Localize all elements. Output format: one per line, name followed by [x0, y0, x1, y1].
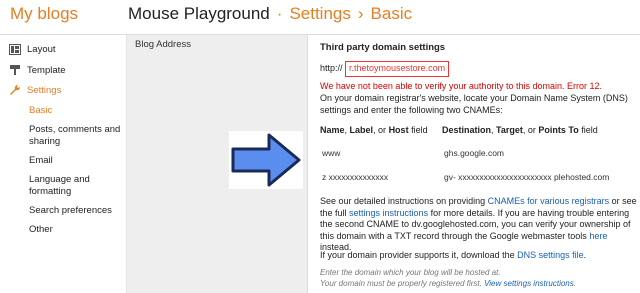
hint-enter-domain: Enter the domain which your blog will be…	[320, 268, 501, 277]
breadcrumb-basic: Basic	[370, 4, 413, 23]
sidebar-item-label: Layout	[27, 43, 56, 55]
header-bold: Target	[496, 125, 523, 135]
third-party-domain-panel: Third party domain settings http:// r.th…	[307, 35, 640, 293]
dns-settings-file-link[interactable]: DNS settings file	[517, 250, 584, 260]
sidebar-item-layout[interactable]: Layout	[8, 43, 56, 55]
hint-registered: Your domain must be properly registered …	[320, 279, 576, 289]
domain-row: http:// r.thetoymousestore.com	[320, 61, 638, 77]
hint-text: Your domain must be properly registered …	[320, 279, 485, 288]
dns-file-text: If your domain provider supports it, dow…	[320, 250, 638, 262]
error-message: We have not been able to verify your aut…	[320, 81, 602, 91]
top-bar: My blogs Mouse Playground · Settings › Basic	[0, 0, 640, 35]
domain-input[interactable]: r.thetoymousestore.com	[345, 61, 450, 77]
panel-title: Third party domain settings	[320, 42, 446, 53]
header-text: field	[408, 125, 428, 135]
header-text: , or	[373, 125, 389, 135]
breadcrumb-settings[interactable]: Settings	[289, 4, 350, 23]
sidebar-subitem-language-formatting[interactable]: Language and formatting	[29, 174, 125, 198]
blog-address-label: Blog Address	[135, 39, 191, 50]
sidebar-item-settings[interactable]: Settings	[8, 84, 61, 96]
webmaster-tools-here-link[interactable]: here	[589, 231, 607, 241]
column-header-destination: Destination, Target, or Points To field	[442, 125, 598, 135]
settings-content: Blog Address Third party domain settings…	[127, 35, 640, 293]
supports-text: If your domain provider supports it, dow…	[320, 250, 518, 260]
wrench-icon	[8, 84, 22, 96]
hint-text: .	[573, 279, 576, 288]
cnames-registrars-link[interactable]: CNAMEs for various registrars	[488, 196, 610, 206]
template-icon	[8, 64, 22, 76]
sidebar-subitem-posts-comments-sharing[interactable]: Posts, comments and sharing	[29, 124, 125, 148]
sidebar-item-label: Settings	[27, 84, 62, 96]
http-prefix: http://	[320, 63, 343, 73]
sidebar-subitem-email[interactable]: Email	[29, 155, 125, 167]
settings-instructions-link[interactable]: settings instructions	[349, 208, 428, 218]
pointer-arrow-icon	[229, 131, 303, 189]
header-bold: Points To	[538, 125, 579, 135]
view-settings-instructions-link[interactable]: View settings instructions	[484, 279, 574, 288]
cname-dest-2: gv- xxxxxxxxxxxxxxxxxxxxxx plehosted.com	[444, 172, 610, 182]
sidebar-item-template[interactable]: Template	[8, 64, 66, 76]
supports-text: .	[583, 250, 587, 260]
breadcrumb: Mouse Playground · Settings › Basic	[128, 4, 412, 24]
header-bold: Name	[320, 125, 345, 135]
cname-name-1: www	[322, 148, 341, 158]
breadcrumb-chevron: ›	[357, 4, 364, 23]
header-bold: Label	[349, 125, 374, 135]
column-header-name: Name, Label, or Host field	[320, 125, 428, 135]
cname-dest-1: ghs.google.com	[444, 148, 505, 158]
sidebar-item-label: Template	[27, 64, 66, 76]
sidebar-subitem-basic[interactable]: Basic	[29, 105, 125, 117]
detailed-instructions-text: See our detailed instructions on providi…	[320, 196, 638, 254]
header-bold: Destination	[442, 125, 492, 135]
my-blogs-link[interactable]: My blogs	[10, 4, 78, 24]
header-bold: Host	[388, 125, 409, 135]
cname-name-2: z xxxxxxxxxxxxxx	[322, 172, 389, 182]
details-text: See our detailed instructions on providi…	[320, 196, 488, 206]
sidebar: Layout Template Settings Basic Posts, co…	[0, 35, 127, 293]
blog-name[interactable]: Mouse Playground	[128, 4, 270, 23]
header-text: field	[578, 125, 598, 135]
dns-intro-text: On your domain registrar's website, loca…	[320, 93, 628, 115]
sidebar-subitem-search-preferences[interactable]: Search preferences	[29, 205, 125, 217]
breadcrumb-separator: ·	[276, 4, 283, 23]
layout-icon	[8, 43, 22, 55]
header-text: , or	[522, 125, 539, 135]
sidebar-subitem-other[interactable]: Other	[29, 224, 125, 236]
